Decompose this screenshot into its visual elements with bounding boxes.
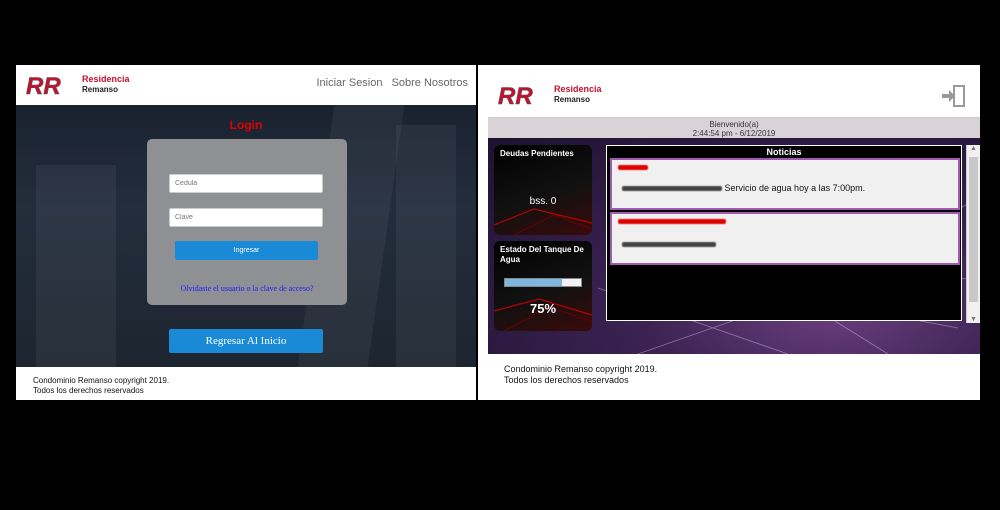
deudas-value: bss. 0 [529, 196, 557, 207]
scroll-up-icon[interactable]: ▲ [967, 145, 980, 152]
cedula-input[interactable] [169, 174, 323, 193]
exit-door-icon-svg [942, 85, 965, 107]
news-item-body: Servicio de agua hoy a las 7:00pm. [622, 183, 865, 193]
footer-copyright: Condominio Remanso copyright 2019. [504, 364, 658, 374]
nav-sobre-nosotros[interactable]: Sobre Nosotros [392, 77, 468, 89]
dashboard-screenshot: RR Residencia Remanso Bienvenido(a) 2:44… [478, 65, 980, 400]
background-building [396, 125, 456, 367]
news-item-body-redacted [622, 239, 716, 249]
top-nav: Iniciar Sesion Sobre Nosotros [310, 77, 468, 89]
brand-name-line2: Remanso [82, 85, 119, 94]
login-title: Login [229, 118, 263, 132]
rr-logo-mark: RR [26, 73, 62, 98]
news-item-heading-redacted [618, 163, 648, 172]
tank-level-bar [504, 278, 582, 287]
dashboard-footer: Condominio Remanso copyright 2019. Todos… [504, 364, 657, 386]
noticias-panel: Noticias Servicio de agua hoy a las 7:00… [606, 145, 962, 321]
welcome-text: Bienvenido(a) [709, 120, 759, 129]
deudas-pendientes-card: Deudas Pendientes bss. 0 [494, 145, 592, 235]
login-footer: Condominio Remanso copyright 2019. Todos… [33, 376, 169, 396]
nav-iniciar-sesion[interactable]: Iniciar Sesion [316, 77, 382, 89]
clave-input[interactable] [169, 208, 323, 227]
footer-copyright: Condominio Remanso copyright 2019. [33, 376, 170, 385]
estado-tanque-card: Estado Del Tanque De Agua 75% [494, 241, 592, 331]
scrollbar-thumb[interactable] [969, 157, 978, 302]
footer-rights: Todos los derechos reservados [33, 386, 144, 395]
news-item[interactable] [610, 212, 960, 265]
login-card: Ingresar Olvidaste el usuario o la clave… [147, 139, 347, 305]
welcome-bar: Bienvenido(a) 2:44:54 pm - 6/12/2019 [488, 118, 980, 138]
current-datetime: 2:44:54 pm - 6/12/2019 [692, 129, 776, 138]
card-decoration [494, 208, 592, 235]
exit-door-icon[interactable] [940, 85, 966, 107]
login-hero: Login Ingresar Olvidaste el usuario o la… [16, 105, 476, 367]
background-building [36, 165, 116, 367]
news-item-text: Servicio de agua hoy a las 7:00pm. [724, 183, 866, 193]
news-scrollbar[interactable]: ▲ ▼ [966, 145, 980, 323]
brand-logo[interactable]: RR Residencia Remanso [498, 82, 613, 110]
dashboard-body: Deudas Pendientes bss. 0 Estado Del Tanq… [488, 138, 980, 354]
regresar-inicio-button[interactable]: Regresar Al Inicio [169, 329, 323, 353]
login-page-screenshot: RR Residencia Remanso Iniciar Sesion Sob… [16, 65, 476, 400]
dashboard-header: RR Residencia Remanso [478, 65, 980, 117]
tank-percentage: 75% [529, 301, 557, 316]
svg-text:RR: RR [26, 73, 61, 98]
redacted-text [622, 186, 722, 192]
ingresar-button[interactable]: Ingresar [175, 241, 318, 260]
news-item[interactable]: Servicio de agua hoy a las 7:00pm. [610, 158, 960, 210]
noticias-title: Noticias [766, 147, 802, 157]
brand-name-line1: Residencia [82, 74, 130, 84]
scroll-down-icon[interactable]: ▼ [967, 316, 980, 323]
brand-name-line1: Residencia [554, 84, 602, 94]
brand-logo[interactable]: RR Residencia Remanso [26, 72, 141, 100]
forgot-credentials-link[interactable]: Olvidaste el usuario o la clave de acces… [147, 284, 347, 293]
rr-logo-mark: RR [498, 83, 534, 108]
tank-level-fill [505, 279, 562, 286]
login-header: RR Residencia Remanso Iniciar Sesion Sob… [16, 65, 476, 105]
svg-text:RR: RR [498, 83, 533, 108]
brand-name-line2: Remanso [554, 95, 591, 104]
news-item-heading-redacted [618, 217, 726, 226]
footer-rights: Todos los derechos reservados [504, 375, 629, 385]
